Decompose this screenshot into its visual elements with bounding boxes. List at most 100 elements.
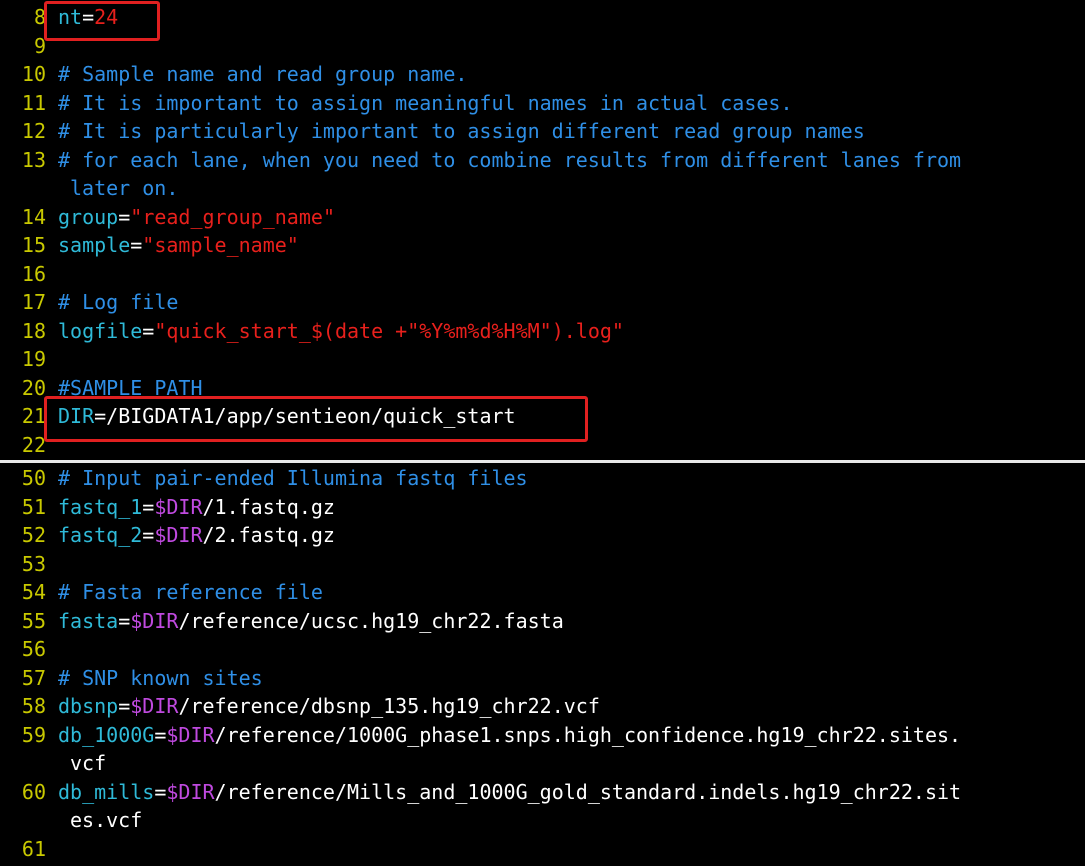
code-line[interactable]: 51 fastq_1=$DIR/1.fastq.gz [0, 493, 335, 522]
code-line[interactable]: 54 # Fasta reference file [0, 578, 323, 607]
code-line[interactable]: 56 [0, 635, 58, 664]
code-text: # Sample name and read group name. [58, 60, 467, 89]
code-line[interactable]: 57 # SNP known sites [0, 664, 263, 693]
token-string: sample_name [154, 233, 287, 257]
token-comment: # It is important to assign meaningful n… [58, 90, 793, 115]
code-text: fasta=$DIR/reference/ucsc.hg19_chr22.fas… [58, 607, 564, 636]
token-variable: group [58, 204, 119, 229]
code-text: # Input pair-ended Illumina fastq files [58, 464, 528, 493]
line-number: 57 [21, 665, 46, 690]
line-number: 19 [21, 347, 46, 371]
token-plain: = [154, 722, 167, 747]
line-number: 52 [21, 523, 46, 547]
line-number: 59 [21, 722, 46, 747]
token-shell-var: $DIR [166, 779, 215, 804]
token-plain: es.vcf [70, 808, 143, 832]
code-line[interactable]: 19 [0, 345, 58, 374]
highlight-box-nt [44, 1, 160, 41]
token-variable: dbsnp [58, 694, 119, 718]
line-number: 55 [21, 608, 46, 633]
code-line[interactable]: 11 # It is important to assign meaningful… [0, 89, 793, 118]
token-plain: = [118, 694, 131, 718]
token-shell-var: $DIR [130, 694, 179, 718]
line-number: 53 [21, 551, 46, 576]
code-text: group="read_group_name" [58, 203, 335, 232]
token-plain: = [142, 318, 155, 343]
code-text: # Log file [58, 288, 178, 317]
token-plain: /reference/dbsnp_135.hg19_chr22.vcf [178, 694, 600, 718]
token-plain: = [118, 204, 131, 229]
line-number: 16 [21, 261, 46, 286]
code-text: sample="sample_name" [58, 231, 299, 260]
token-comment: # for each lane, when you need to combin… [58, 147, 962, 172]
token-plain: /1.fastq.gz [202, 494, 335, 519]
token-comment: # It is particularly important to assign… [58, 119, 865, 143]
token-variable: db_1000G [58, 722, 155, 747]
token-variable: fasta [58, 608, 119, 633]
code-line[interactable]: 10 # Sample name and read group name. [0, 60, 468, 89]
token-plain: = [154, 779, 167, 804]
code-line[interactable]: 61 [0, 835, 58, 864]
line-number: 18 [21, 318, 46, 343]
editor-pane-bottom[interactable]: 50 # Input pair-ended Illumina fastq file… [0, 463, 1085, 866]
token-plain: /2.fastq.gz [202, 523, 335, 547]
token-plain: vcf [70, 751, 107, 775]
highlight-box-dir [44, 396, 588, 442]
token-variable: logfile [58, 318, 143, 343]
code-line[interactable]: 53 [0, 550, 58, 579]
code-line[interactable]: 17 # Log file [0, 288, 179, 317]
token-shell-var: $DIR [130, 608, 179, 633]
token-shell-var: $DIR [154, 494, 203, 519]
line-number: 51 [21, 494, 46, 519]
token-string: "quick_start_$(date +"%Y%m%d%H%M").log" [154, 318, 624, 343]
code-text: # Fasta reference file [58, 578, 323, 607]
code-line[interactable]: 60 db_mills=$DIR/reference/Mills_and_1000… [0, 778, 961, 807]
code-text: logfile="quick_start_$(date +"%Y%m%d%H%M… [58, 317, 624, 346]
token-variable: fastq_1 [58, 494, 143, 519]
line-number: 58 [21, 694, 46, 718]
code-text: # SNP known sites [58, 664, 263, 693]
line-number: 54 [21, 580, 46, 604]
token-plain: /reference/ucsc.hg19_chr22.fasta [178, 608, 564, 633]
code-text: # It is important to assign meaningful n… [58, 89, 793, 118]
code-text: db_mills=$DIR/reference/Mills_and_1000G_… [58, 778, 961, 807]
token-variable: db_mills [58, 779, 155, 804]
line-number: 11 [21, 90, 46, 115]
token-string: " [130, 204, 143, 229]
code-line[interactable]: 14 group="read_group_name" [0, 203, 335, 232]
editor-pane-top[interactable]: 8 nt=24 9 10 # Sample name and read group na… [0, 0, 1085, 460]
code-text: # for each lane, when you need to combin… [58, 146, 961, 175]
line-number: 60 [21, 779, 46, 804]
code-line[interactable]: 18 logfile="quick_start_$(date +"%Y%m%d%H… [0, 317, 624, 346]
line-number: 56 [21, 637, 46, 661]
token-comment: # Log file [58, 290, 179, 314]
token-variable: fastq_2 [58, 523, 143, 547]
code-text: db_1000G=$DIR/reference/1000G_phase1.snp… [58, 721, 961, 750]
code-line[interactable]: 12 # It is particularly important to assi… [0, 117, 865, 146]
token-shell-var: $DIR [166, 722, 215, 747]
line-number: 13 [21, 147, 46, 172]
token-plain: = [118, 608, 131, 633]
token-comment: # SNP known sites [58, 665, 263, 690]
code-line[interactable]: 16 [0, 260, 58, 289]
token-comment: # Sample name and read group name. [58, 62, 468, 86]
wrapped-continuation: vcf [70, 749, 106, 778]
code-line[interactable]: 59 db_1000G=$DIR/reference/1000G_phase1.s… [0, 721, 961, 750]
code-text: fastq_2=$DIR/2.fastq.gz [58, 521, 335, 550]
line-number: 15 [21, 233, 46, 257]
code-line[interactable]: 55 fasta=$DIR/reference/ucsc.hg19_chr22.f… [0, 607, 564, 636]
code-line[interactable]: 15 sample="sample_name" [0, 231, 299, 260]
code-line[interactable]: 52 fastq_2=$DIR/2.fastq.gz [0, 521, 335, 550]
code-line[interactable]: 13 # for each lane, when you need to comb… [0, 146, 961, 175]
line-number: 17 [21, 290, 46, 314]
line-number: 61 [21, 836, 46, 861]
token-plain: /reference/1000G_phase1.snps.high_confid… [214, 722, 962, 747]
token-string: " [142, 233, 155, 257]
token-string: " [286, 233, 299, 257]
wrapped-continuation: es.vcf [70, 806, 142, 835]
wrapped-continuation: later on. [70, 174, 178, 203]
token-plain: = [142, 523, 155, 547]
code-line[interactable]: 58 dbsnp=$DIR/reference/dbsnp_135.hg19_ch… [0, 692, 600, 721]
token-comment: # Fasta reference file [58, 580, 323, 604]
code-line[interactable]: 50 # Input pair-ended Illumina fastq file… [0, 464, 528, 493]
